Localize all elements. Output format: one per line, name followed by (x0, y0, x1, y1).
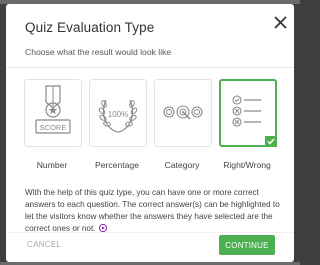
selected-check-icon (265, 136, 277, 147)
option-card-category[interactable] (154, 79, 212, 147)
continue-button[interactable]: CONTINUE (219, 235, 275, 255)
quiz-evaluation-modal: Quiz Evaluation Type Choose what the res… (6, 4, 294, 262)
score-badge-icon: SCORE (35, 85, 71, 134)
option-card-percentage[interactable]: 100% (89, 79, 147, 147)
option-label-right-wrong: Right/Wrong (223, 160, 271, 170)
option-label-number: Number (36, 160, 68, 170)
laurel-percentage-icon: 100% (98, 99, 138, 133)
target-category-icon (163, 105, 203, 120)
play-video-icon[interactable] (98, 224, 107, 232)
option-label-percentage: Percentage (95, 160, 139, 170)
option-card-number[interactable]: SCORE (24, 79, 82, 147)
header-divider (6, 67, 294, 68)
modal-subtitle: Choose what the result would look like (25, 47, 172, 57)
score-icon-text: SCORE (40, 123, 67, 132)
option-label-category: Category (164, 160, 200, 170)
footer-divider (6, 232, 294, 233)
evaluation-options: SCORE Number 100% Percentage Category Ri… (24, 79, 277, 170)
close-button[interactable] (271, 13, 289, 31)
percentage-icon-text: 100% (108, 110, 128, 119)
cancel-button[interactable]: CANCEL (27, 240, 61, 249)
close-icon (273, 15, 287, 29)
modal-title: Quiz Evaluation Type (25, 20, 155, 35)
option-card-right-wrong[interactable] (219, 79, 277, 147)
evaluation-description: With the help of this quiz type, you can… (25, 187, 281, 235)
description-text: With the help of this quiz type, you can… (25, 188, 280, 233)
